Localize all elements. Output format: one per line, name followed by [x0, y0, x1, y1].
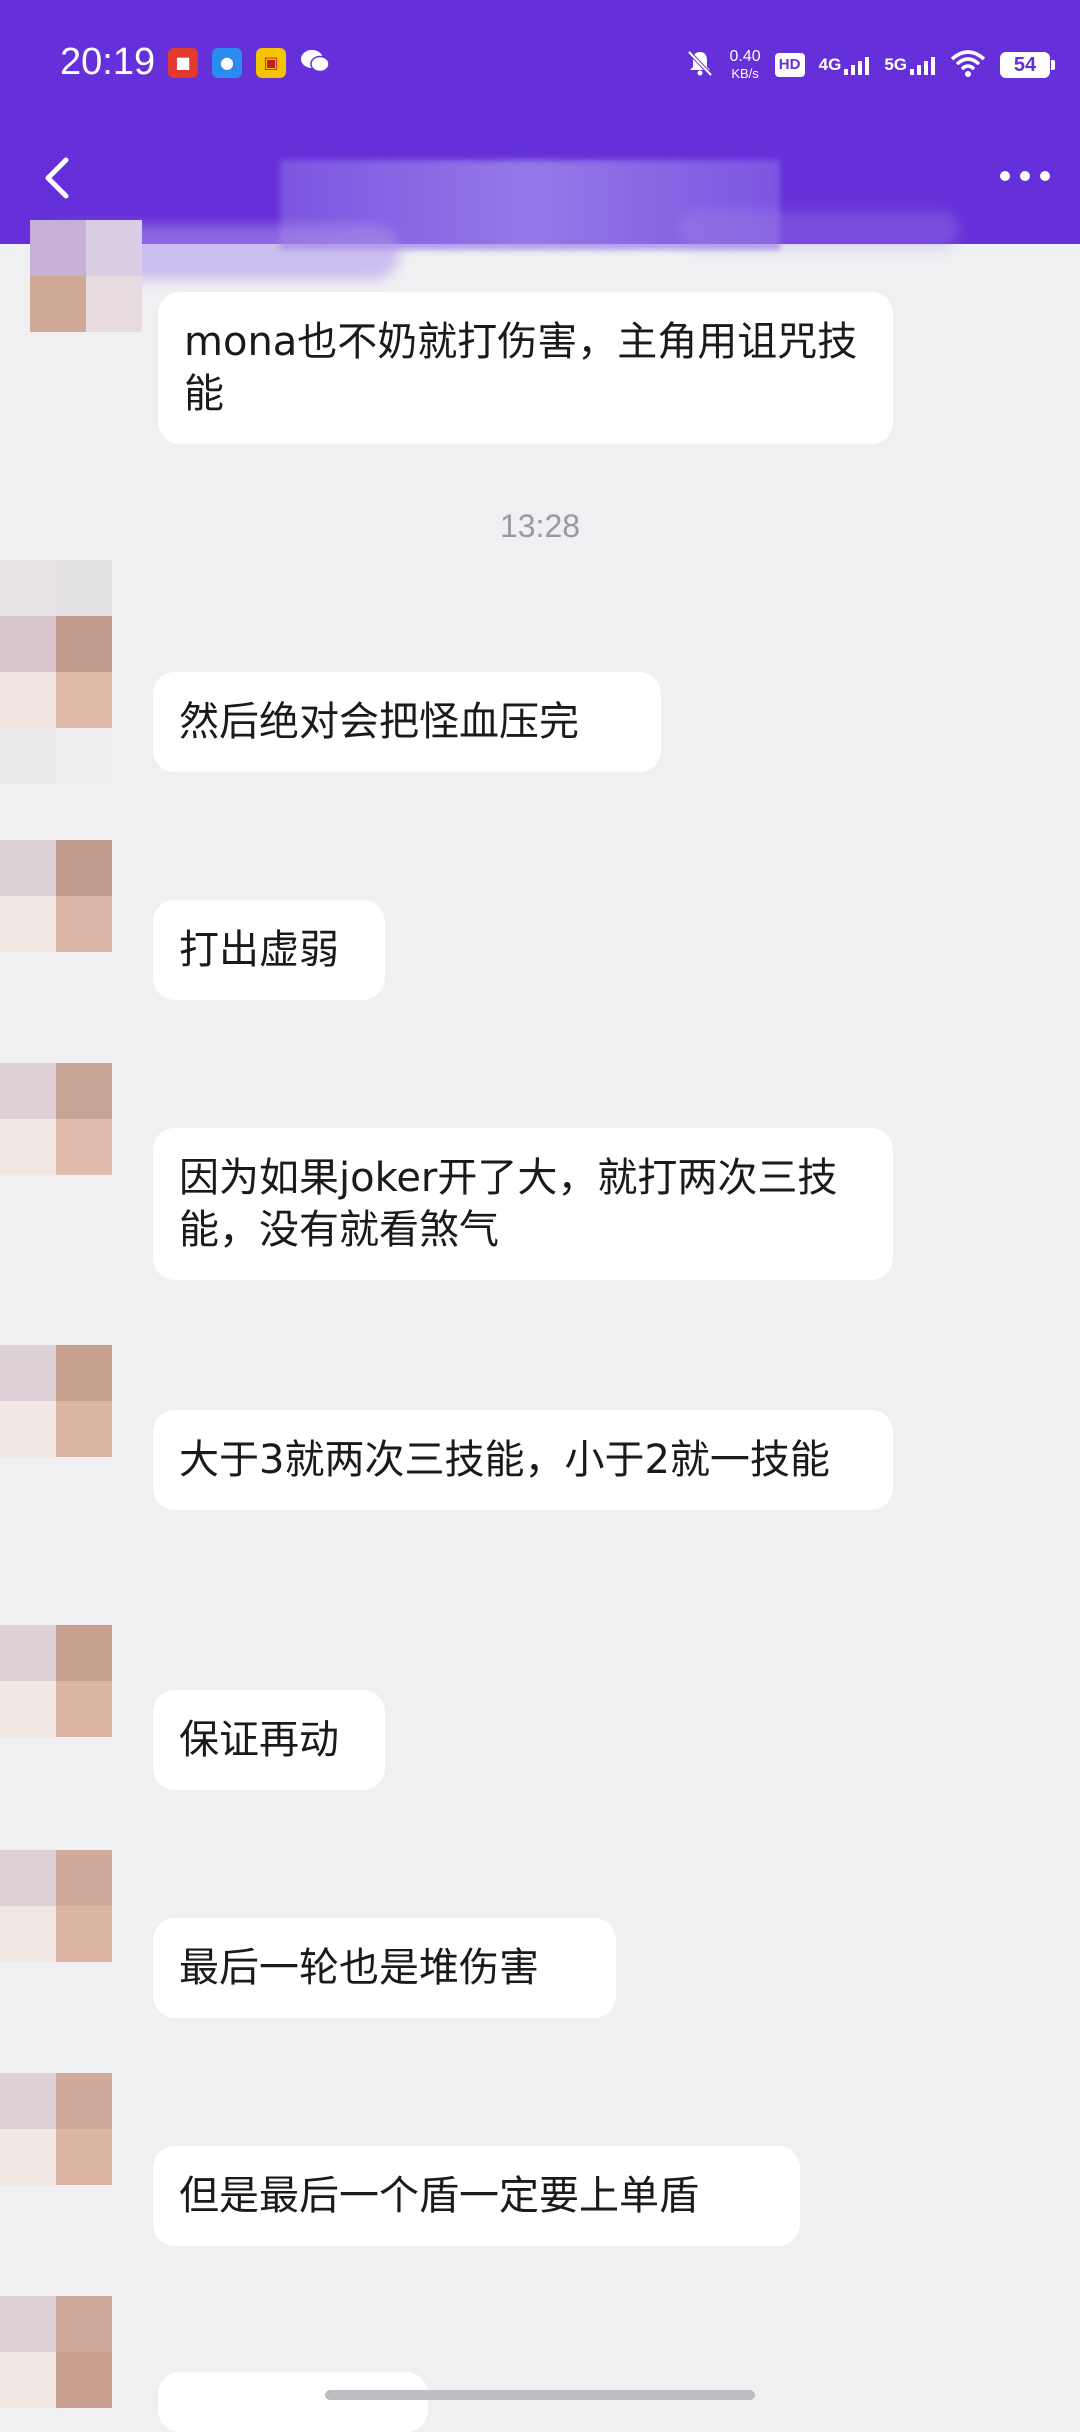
top-bar: 20:19 ■ ● ▣ 0.40 KB/s HD 4G 5G 54	[0, 0, 1080, 250]
message-bubble[interactable]: 保证再动	[153, 1690, 385, 1790]
avatar[interactable]	[0, 1850, 112, 1962]
avatar[interactable]	[0, 1625, 112, 1737]
more-dots-icon	[1000, 171, 1050, 181]
message-bubble[interactable]: 然后绝对会把怪血压完	[153, 672, 661, 772]
signal-bars-icon	[910, 57, 935, 75]
avatar[interactable]	[30, 220, 142, 332]
wifi-icon	[950, 49, 986, 82]
avatar[interactable]	[0, 2296, 112, 2408]
message-bubble-partial[interactable]	[158, 2372, 428, 2432]
signal-bars-icon	[844, 57, 870, 75]
message-bubble[interactable]: 打出虚弱	[153, 900, 385, 1000]
redaction-scribble	[680, 210, 960, 250]
signal-5g: 5G	[884, 55, 936, 75]
wechat-icon	[300, 48, 330, 78]
network-speed: 0.40 KB/s	[729, 48, 761, 81]
avatar[interactable]	[0, 840, 112, 952]
avatar	[0, 672, 112, 784]
hd-voice-badge: HD	[774, 53, 805, 77]
status-icons: 0.40 KB/s HD 4G 5G 54	[685, 40, 1055, 90]
chevron-left-icon	[45, 157, 69, 199]
notification-app-icon: ●	[212, 48, 242, 78]
signal-4g: 4G	[819, 55, 871, 75]
message-bubble[interactable]: 大于3就两次三技能，小于2就一技能	[153, 1410, 893, 1510]
more-options-button[interactable]	[990, 156, 1060, 196]
avatar[interactable]	[0, 2073, 112, 2185]
message-bubble[interactable]: 最后一轮也是堆伤害	[153, 1918, 616, 2018]
message-bubble[interactable]: mona也不奶就打伤害，主角用诅咒技能	[158, 292, 893, 444]
notification-app-icon: ▣	[256, 48, 286, 78]
status-time: 20:19	[60, 41, 156, 83]
battery-indicator: 54	[1000, 52, 1055, 78]
back-button[interactable]	[28, 148, 88, 208]
status-bar: 20:19 ■ ● ▣ 0.40 KB/s HD 4G 5G 54	[0, 0, 1080, 130]
avatar[interactable]	[0, 560, 112, 672]
message-bubble[interactable]: 因为如果joker开了大，就打两次三技能，没有就看煞气	[153, 1128, 893, 1280]
avatar[interactable]	[0, 1063, 112, 1175]
avatar[interactable]	[0, 1345, 112, 1457]
notification-app-icon: ■	[168, 48, 198, 78]
message-timestamp: 13:28	[499, 508, 581, 544]
home-indicator[interactable]	[325, 2390, 755, 2400]
message-bubble[interactable]: 但是最后一个盾一定要上单盾	[153, 2146, 800, 2246]
mute-bell-icon	[685, 48, 715, 83]
